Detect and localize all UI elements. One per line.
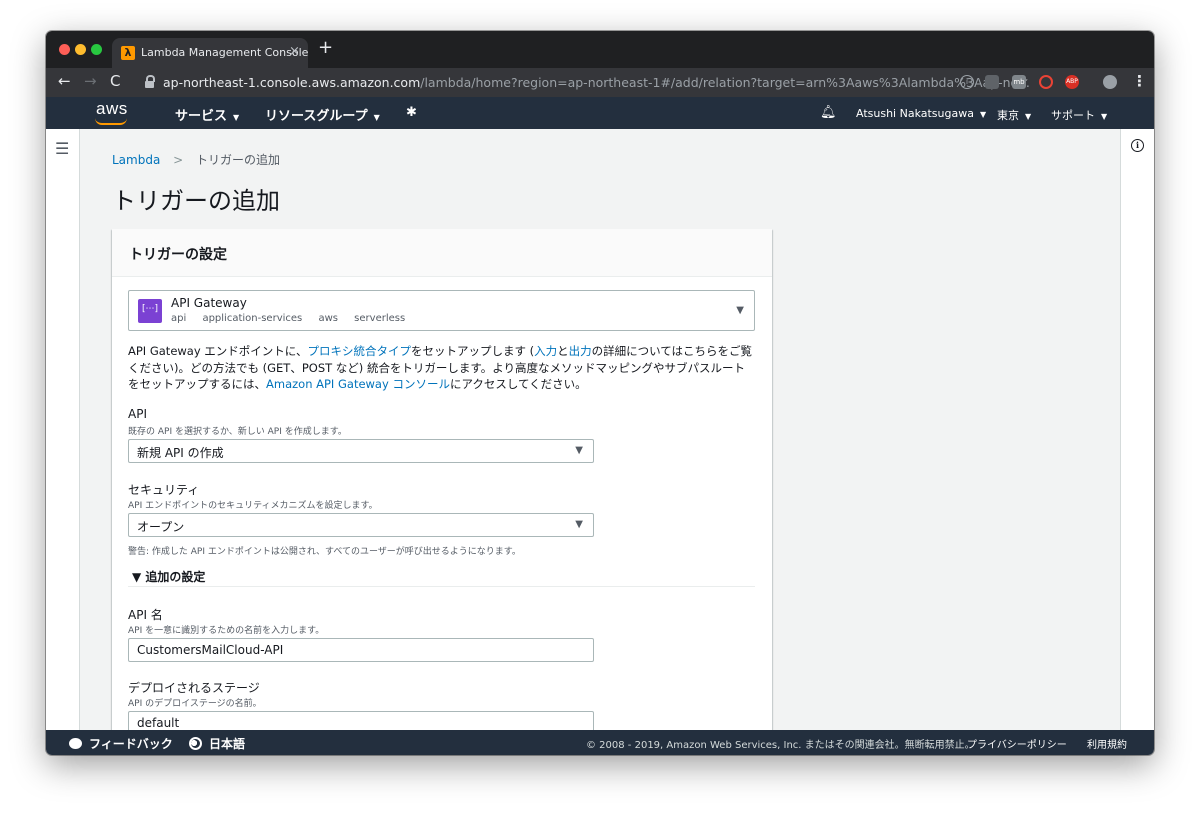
- aws-navbar: aws サービス ▼ リソースグループ ▼ ✱ 🔔︎ Atsushi Nakatsu…: [46, 97, 1154, 129]
- console-footer: フィードバック 日本語 © 2008 - 2019, Amazon Web Se…: [46, 730, 1154, 755]
- page-title: トリガーの追加: [112, 187, 280, 215]
- region-menu[interactable]: 東京 ▼: [997, 107, 1031, 123]
- terms-link[interactable]: 利用規約: [1087, 736, 1127, 751]
- globe-icon: [189, 737, 202, 750]
- dropdown-arrow-icon: ▼: [575, 445, 583, 456]
- aws-logo[interactable]: aws: [96, 99, 128, 119]
- close-window-button[interactable]: [59, 44, 70, 55]
- help-rail: i: [1120, 129, 1154, 730]
- trigger-tag: serverless: [354, 313, 406, 324]
- back-button[interactable]: ←: [58, 72, 71, 90]
- trigger-type-select[interactable]: API Gateway api application-services aws…: [128, 290, 755, 331]
- api-select[interactable]: 新規 API の作成 ▼: [128, 439, 594, 463]
- panel-title: トリガーの設定: [129, 247, 227, 263]
- browser-tab[interactable]: λ Lambda Management Console ×: [112, 38, 308, 68]
- maximize-window-button[interactable]: [91, 44, 102, 55]
- breadcrumb: Lambda > トリガーの追加: [112, 151, 280, 168]
- url-text: ap-northeast-1.console.aws.amazon.com/la…: [163, 75, 1030, 90]
- privacy-policy-link[interactable]: プライバシーポリシー: [967, 736, 1067, 751]
- dropdown-arrow-icon: ▼: [736, 305, 744, 316]
- support-menu[interactable]: サポート ▼: [1051, 107, 1107, 123]
- sidebar-rail: ☰: [46, 129, 80, 730]
- browser-window: λ Lambda Management Console × + ← → C ap…: [46, 31, 1154, 755]
- hat-extension-icon[interactable]: [985, 75, 999, 89]
- feedback-button[interactable]: フィードバック: [69, 735, 173, 752]
- security-label: セキュリティ: [128, 483, 200, 497]
- speech-bubble-icon: [69, 738, 82, 749]
- main-content: ☰ i Lambda > トリガーの追加 トリガーの追加 トリガーの設定 API…: [46, 129, 1154, 730]
- output-link[interactable]: 出力: [569, 344, 592, 358]
- pin-icon[interactable]: ✱: [406, 105, 417, 120]
- api-help: 既存の API を選択するか、新しい API を作成します。: [128, 427, 347, 437]
- info-icon[interactable]: i: [1131, 139, 1144, 152]
- security-help: API エンドポイントのセキュリティメカニズムを設定します。: [128, 501, 378, 511]
- breadcrumb-current: トリガーの追加: [196, 153, 281, 167]
- reload-button[interactable]: C: [110, 72, 120, 90]
- info-extension-icon[interactable]: i: [960, 75, 974, 89]
- address-bar[interactable]: ap-northeast-1.console.aws.amazon.com/la…: [136, 71, 1030, 94]
- tab-title: Lambda Management Console: [141, 46, 309, 59]
- panel-header: トリガーの設定: [112, 229, 772, 277]
- api-gateway-console-link[interactable]: Amazon API Gateway コンソール: [266, 377, 450, 391]
- mb-extension-icon[interactable]: mb: [1012, 75, 1026, 89]
- api-name-input[interactable]: [128, 638, 594, 662]
- tab-strip: λ Lambda Management Console × +: [46, 31, 1154, 68]
- security-warning: 警告: 作成した API エンドポイントは公開され、すべてのユーザーが呼び出せる…: [128, 547, 521, 557]
- api-name-label: API 名: [128, 608, 163, 622]
- bell-icon[interactable]: 🔔︎: [820, 105, 837, 120]
- stage-help: API のデプロイステージの名前。: [128, 699, 262, 709]
- abp-extension-icon[interactable]: ABP: [1065, 75, 1079, 89]
- new-tab-button[interactable]: +: [318, 37, 333, 58]
- tab-close-icon[interactable]: ×: [289, 44, 300, 59]
- proxy-integration-link[interactable]: プロキシ統合タイプ: [307, 344, 411, 358]
- profile-avatar-icon[interactable]: [1103, 75, 1117, 89]
- language-button[interactable]: 日本語: [189, 735, 245, 752]
- security-select[interactable]: オープン ▼: [128, 513, 594, 537]
- trigger-tag: api: [171, 313, 187, 324]
- api-name-help: API を一意に識別するための名前を入力します。: [128, 626, 325, 636]
- divider: [128, 586, 755, 587]
- trigger-config-panel: トリガーの設定 API Gateway api application-serv…: [112, 229, 772, 730]
- trigger-tags: api application-services aws serverless: [171, 313, 418, 324]
- breadcrumb-separator: >: [173, 153, 184, 167]
- block-extension-icon[interactable]: [1039, 75, 1053, 89]
- api-label: API: [128, 407, 147, 421]
- aws-smile-icon: [95, 118, 127, 125]
- minimize-window-button[interactable]: [75, 44, 86, 55]
- resource-groups-menu[interactable]: リソースグループ ▼: [265, 105, 380, 124]
- dropdown-arrow-icon: ▼: [575, 519, 583, 530]
- user-menu[interactable]: Atsushi Nakatsugawa ▼: [856, 107, 986, 120]
- trigger-name: API Gateway: [171, 296, 247, 310]
- services-menu[interactable]: サービス ▼: [175, 105, 239, 124]
- hamburger-menu-icon[interactable]: ☰: [55, 139, 69, 158]
- trigger-tag: application-services: [202, 313, 303, 324]
- forward-button[interactable]: →: [84, 72, 97, 90]
- api-gateway-icon: [138, 299, 162, 323]
- stage-label: デプロイされるステージ: [128, 681, 260, 695]
- lock-icon: [144, 75, 155, 88]
- breadcrumb-lambda-link[interactable]: Lambda: [112, 153, 160, 167]
- browser-menu-icon[interactable]: ⋮: [1132, 72, 1147, 90]
- lambda-favicon-icon: λ: [121, 46, 135, 60]
- trigger-description: API Gateway エンドポイントに、プロキシ統合タイプをセットアップします…: [128, 344, 753, 391]
- trigger-tag: aws: [318, 313, 338, 324]
- additional-settings-toggle[interactable]: ▼ 追加の設定: [132, 568, 205, 585]
- browser-toolbar: ← → C ap-northeast-1.console.aws.amazon.…: [46, 68, 1154, 97]
- copyright-text: © 2008 - 2019, Amazon Web Services, Inc.…: [586, 740, 975, 751]
- stage-input[interactable]: [128, 711, 594, 730]
- input-link[interactable]: 入力: [534, 344, 557, 358]
